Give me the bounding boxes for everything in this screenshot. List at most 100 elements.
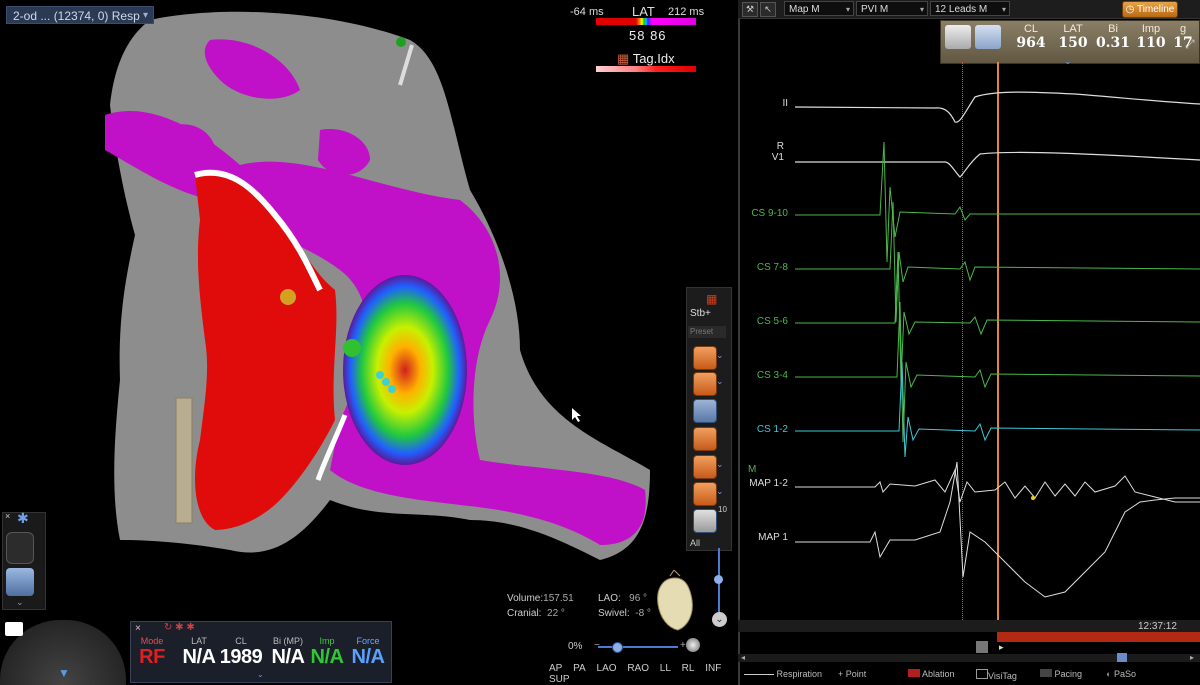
line-icon — [744, 674, 774, 676]
scroll-right-arrow-icon[interactable]: ▸ — [1190, 653, 1194, 662]
pvi-dropdown[interactable]: PVI M ▾ — [856, 1, 928, 16]
grid-icon[interactable]: ▦ — [706, 290, 717, 308]
lat-measure-value: 150 — [1058, 35, 1088, 51]
legend-respiration[interactable]: Respiration — [744, 669, 822, 679]
chevron-down-icon[interactable]: ⌄ — [716, 459, 724, 470]
lat-column: LAT N/A — [179, 636, 219, 669]
volume-label: Volume: — [507, 593, 544, 604]
timeline-selection[interactable] — [997, 632, 1200, 642]
chevron-down-icon[interactable]: ⌄ — [716, 486, 724, 497]
imp-value: N/A — [310, 646, 344, 668]
cl-measure: CL 964 — [1011, 23, 1051, 51]
preset-dropdown[interactable]: Preset — [688, 326, 726, 338]
vertical-slider-knob[interactable] — [714, 575, 723, 584]
swivel-value: -8 ° — [635, 608, 651, 619]
time-ruler[interactable] — [738, 620, 1200, 632]
leads-dropdown-value: 12 Leads M — [935, 4, 988, 15]
all-filter-label[interactable]: All — [690, 538, 700, 548]
hammer-icon[interactable]: ⚒ — [742, 2, 758, 17]
legend-paso-label: PaSo — [1113, 669, 1136, 679]
view-sup-button[interactable]: SUP — [549, 674, 570, 685]
ablation-status-strip: × ↻ ✱ ✱ Mode RF LAT N/A CL 1989 Bi (MP) … — [130, 621, 392, 683]
chevron-down-icon[interactable]: ⌄ — [257, 670, 264, 679]
catheter-tool-button[interactable] — [6, 568, 34, 596]
legend-paso[interactable]: ◐ PaSo — [1106, 669, 1136, 679]
scroll-right-button[interactable]: ▸ — [999, 642, 1004, 653]
heart-anatomy-render[interactable] — [0, 0, 736, 685]
map-dropdown[interactable]: Map M ▾ — [784, 1, 854, 16]
plus-icon: + — [838, 669, 844, 679]
grid-tool-button[interactable] — [693, 455, 717, 479]
channel-label-cs-1-2: CS 1-2 — [756, 424, 788, 435]
3d-map-viewport[interactable]: 2-od ... (12374, 0) Resp ▾ -64 ms LAT 21… — [0, 0, 736, 685]
color-map-tool-button[interactable] — [693, 372, 717, 396]
view-ap-button[interactable]: AP — [549, 663, 562, 674]
view-rl-button[interactable]: RL — [682, 663, 695, 674]
stb-label: Stb+ — [690, 308, 711, 319]
force-column: Force N/A — [349, 636, 387, 669]
lock-icon[interactable] — [975, 25, 1001, 49]
close-icon[interactable]: × — [135, 623, 141, 634]
heart-orientation-icon[interactable] — [650, 570, 700, 635]
scrollbar-thumb[interactable] — [1117, 653, 1127, 662]
horizontal-scrollbar[interactable] — [738, 654, 1200, 662]
expand-icon[interactable]: ⤢ — [1185, 37, 1195, 52]
view-inf-button[interactable]: INF — [705, 663, 721, 674]
chevron-down-icon[interactable]: ⌄ — [16, 597, 24, 608]
view-rao-button[interactable]: RAO — [627, 663, 649, 674]
zoom-slider[interactable] — [598, 646, 678, 648]
lat-scale-min: -64 ms — [570, 6, 604, 18]
target-icon[interactable] — [945, 25, 971, 49]
imp-measure-value: 110 — [1136, 35, 1166, 51]
zoom-in-icon[interactable]: + — [680, 640, 686, 651]
scroll-left-button[interactable] — [976, 641, 988, 653]
ecg-waveforms[interactable] — [795, 62, 1200, 622]
app-logo-icon — [5, 622, 23, 636]
view-reset-sphere-icon[interactable] — [686, 638, 700, 652]
chevron-down-icon: ▾ — [845, 5, 850, 14]
channel-label-cs-7-8: CS 7-8 — [756, 262, 788, 273]
cl-column: CL 1989 — [219, 636, 263, 669]
leads-dropdown[interactable]: 12 Leads M ▾ — [930, 1, 1010, 16]
camera-button[interactable] — [6, 532, 34, 564]
points-tool-button[interactable] — [693, 346, 717, 370]
legend-visitag[interactable]: VisiTag — [976, 669, 1017, 681]
status-settings-icons[interactable]: ↻ ✱ ✱ — [164, 622, 195, 633]
chevron-down-icon[interactable]: ⌄ — [716, 350, 724, 361]
tag-tool-button[interactable] — [693, 427, 717, 451]
view-ll-button[interactable]: LL — [660, 663, 671, 674]
zoom-percent: 0% — [568, 641, 583, 652]
zoom-slider-knob[interactable] — [612, 642, 623, 653]
level-tool-button[interactable] — [693, 509, 717, 533]
view-pa-button[interactable]: PA — [573, 663, 586, 674]
lat-scale-title: LAT — [632, 4, 655, 19]
channel-label-map-1-2: MAP 1-2 — [749, 478, 788, 489]
close-icon[interactable]: × — [5, 511, 10, 521]
scroll-left-arrow-icon[interactable]: ◂ — [741, 653, 745, 662]
shape-tool-button[interactable] — [693, 399, 717, 423]
filter-icon[interactable]: ▼ — [58, 666, 70, 680]
tag-index-color-bar[interactable] — [596, 66, 696, 72]
waveform-map-1 — [795, 461, 1200, 598]
time-clock: 12:37:12 — [1138, 621, 1177, 632]
map-selector-dropdown[interactable]: 2-od ... (12374, 0) Resp ▾ — [6, 6, 154, 24]
lat-color-scale-bar[interactable] — [596, 18, 696, 25]
annotation-dot-icon — [1031, 496, 1035, 500]
legend-ablation[interactable]: Ablation — [908, 669, 955, 679]
collapse-icon[interactable]: ⌄ — [712, 612, 727, 627]
cluster-tool-button[interactable] — [693, 482, 717, 506]
legend-point[interactable]: + Point — [838, 669, 866, 679]
cranial-value: 22 ° — [547, 608, 565, 619]
view-lao-button[interactable]: LAO — [597, 663, 617, 674]
chevron-down-icon[interactable]: ⌄ — [716, 376, 724, 387]
chevron-down-icon: ▾ — [919, 5, 924, 14]
lao-info: LAO: 96 ° — [598, 593, 647, 604]
bi-measure-label: Bi — [1108, 23, 1118, 35]
clock-icon: ◷ — [1125, 4, 1135, 15]
legend-respiration-label: Respiration — [776, 669, 823, 679]
gear-icon[interactable]: ✱ — [17, 510, 29, 527]
imp-column: Imp N/A — [309, 636, 345, 669]
legend-pacing[interactable]: Pacing — [1040, 669, 1082, 679]
timeline-button[interactable]: ◷ Timeline — [1122, 1, 1178, 18]
pointer-icon[interactable]: ↖ — [760, 2, 776, 17]
